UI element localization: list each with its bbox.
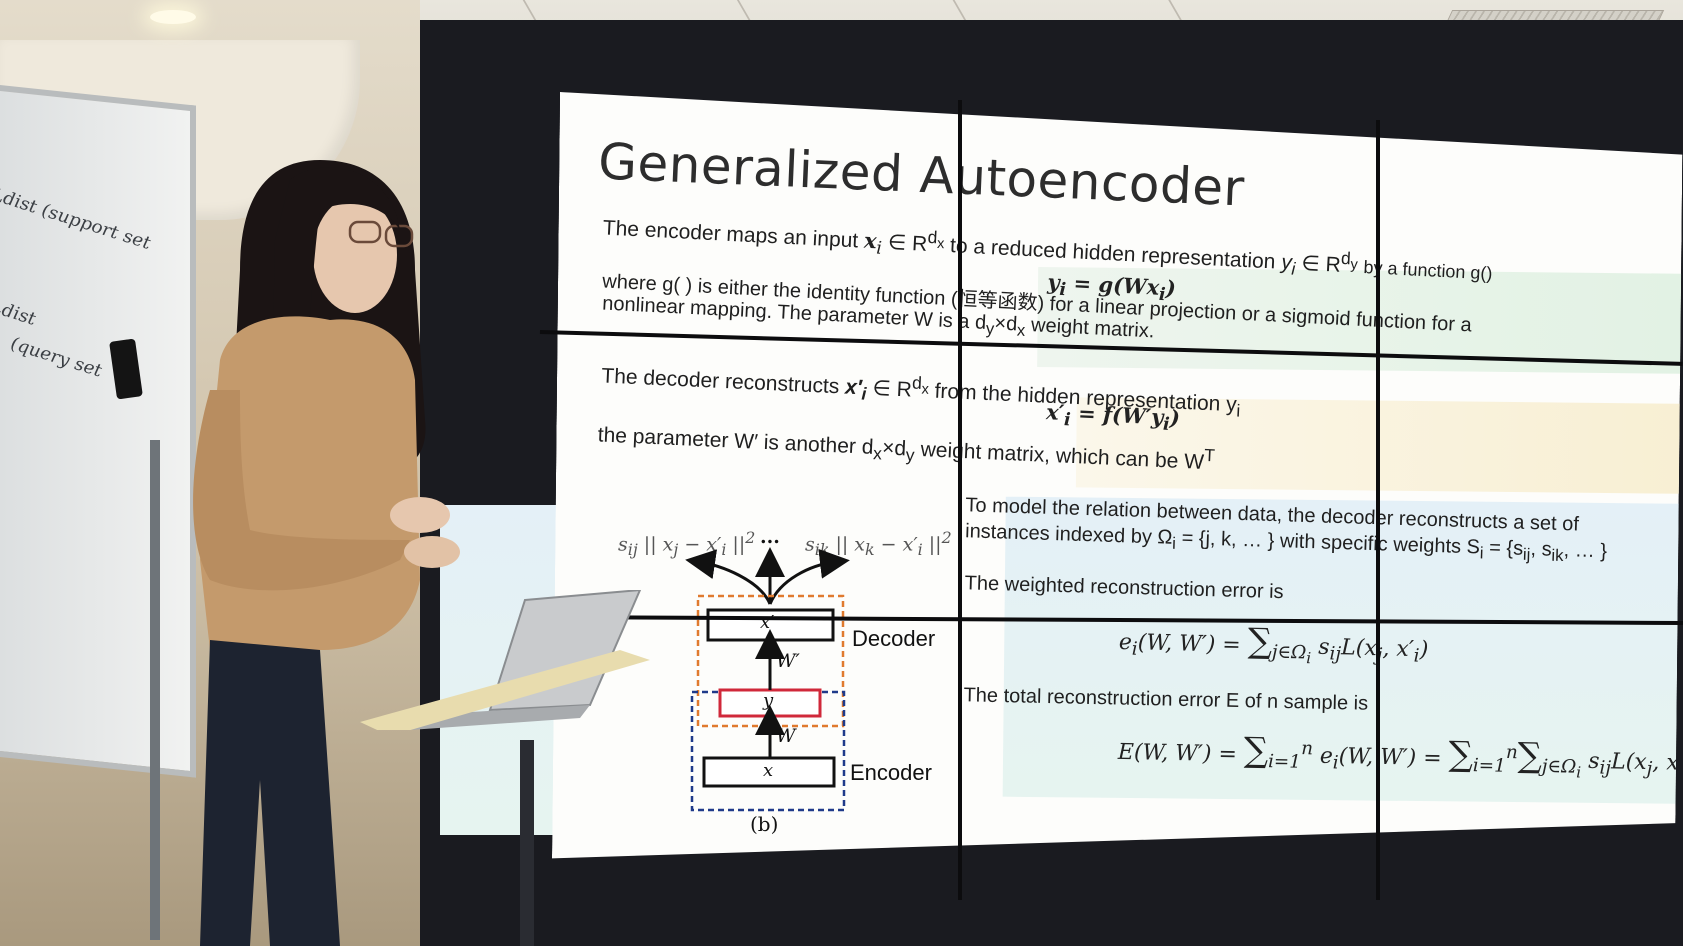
- box-hidden-label: y: [763, 690, 774, 711]
- decoder-param-rest: weight matrix, which can be W: [920, 438, 1205, 474]
- arrow-out-right: [768, 548, 850, 605]
- arrow-out-left: [685, 549, 772, 605]
- box-reconstruction-label: x′: [760, 612, 775, 633]
- ceiling-light: [150, 10, 196, 24]
- encoder-text: The encoder maps an input: [602, 216, 859, 253]
- whiteboard-stand: [150, 440, 160, 940]
- weight-w-prime: W′: [776, 650, 800, 672]
- weighted-error-formula: ei(W, W′) = ∑j∈Ωi sijL(xj, x′i): [1118, 621, 1429, 668]
- diagram-caption: (b): [750, 812, 779, 836]
- screen-seam-vertical: [958, 100, 962, 900]
- whiteboard-scribble: (query set: [8, 333, 104, 382]
- relation-weights-set: = {s: [1488, 536, 1524, 560]
- whiteboard: Ldist (support set Ldist (query set: [0, 85, 196, 778]
- decoder-param-text: the parameter W′ is another d: [597, 423, 874, 459]
- encoder-by-function: by a function g(): [1363, 256, 1493, 284]
- whiteboard-scribble: Ldist (support set: [0, 183, 153, 255]
- whiteboard-scribble: Ldist: [0, 295, 38, 330]
- slide-title: Generalized Autoencoder: [597, 132, 1246, 218]
- weighted-error-e: e: [1118, 629, 1133, 656]
- lectern-pole: [520, 740, 534, 946]
- total-error-lhs: E(W, W′) =: [1117, 739, 1238, 768]
- encoder-label: Encoder: [850, 760, 932, 785]
- encoder-text-rest: to a reduced hidden representation: [949, 234, 1277, 274]
- presenter: [193, 160, 460, 946]
- input-var: xi: [863, 227, 883, 259]
- in-set: ∈ R: [887, 230, 928, 256]
- screen-seam-vertical: [1376, 120, 1380, 900]
- decoder-formula: x′i = f(W′yi): [1045, 399, 1181, 435]
- decoder-label: Decoder: [852, 626, 936, 651]
- decoder-text: The decoder reconstructs: [600, 364, 840, 399]
- decoder-formula-rhs: = f(W′y: [1077, 400, 1164, 430]
- box-input-label: x: [763, 760, 774, 781]
- weight-w: W: [776, 725, 796, 747]
- encoder-param-x: ×d: [993, 312, 1018, 336]
- laptop-lectern: [360, 590, 650, 730]
